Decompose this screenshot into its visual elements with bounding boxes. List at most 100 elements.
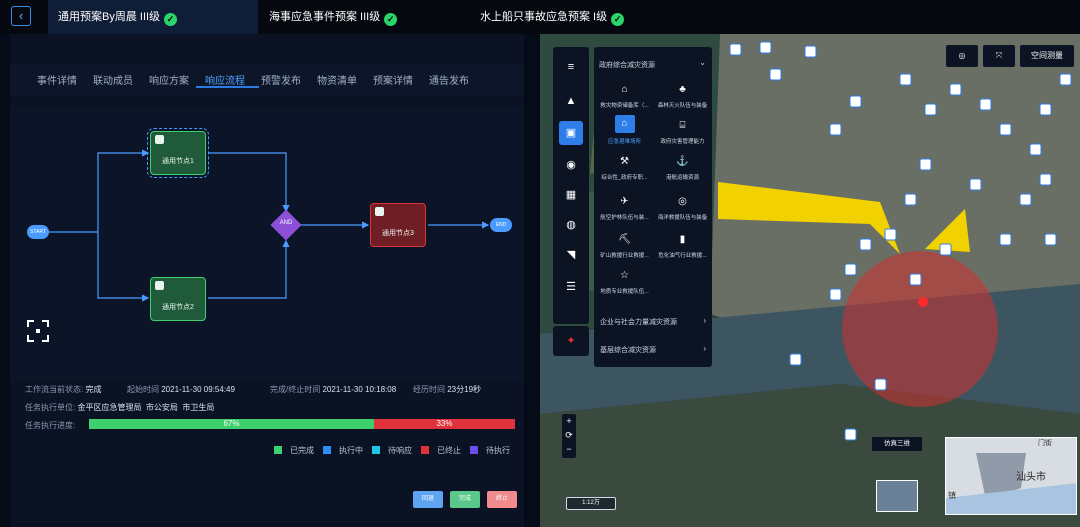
incident-location-marker (918, 297, 928, 307)
task-progress-bar: 67% 33% (89, 419, 515, 429)
resource-item[interactable]: ▮ 危化油气行业救援... (654, 233, 711, 259)
legend-swatch (323, 446, 331, 454)
progress-stopped-segment: 33% (374, 419, 515, 429)
list-icon[interactable]: ☰ (559, 275, 583, 299)
flow-node-1[interactable]: 通用节点1 (147, 128, 209, 178)
flow-node-3[interactable]: 通用节点3 (370, 203, 426, 247)
subtab-linked-members[interactable]: 联动成员 (93, 72, 133, 87)
minimap-town-label: 镇 (948, 491, 956, 500)
app-root: ‹ 通用预案By周晨 III级 ✓ 海事应急事件预案 III级 ✓ 水上船只事故应急… (0, 0, 1080, 527)
and-gateway-label: AND (279, 220, 293, 226)
resource-item[interactable]: ☆ 地质专业救援队伍... (596, 269, 653, 295)
end-time: 完成/终止时间 2021-11-30 10:18:08 (270, 384, 396, 395)
map-tool-2: ✦ (553, 326, 589, 356)
active-subtab-underline (196, 86, 259, 88)
progress-label: 任务执行进度: (25, 421, 76, 430)
resource-item[interactable]: ⛏ 矿山救援行业救援... (596, 233, 653, 259)
tab-plan-1-label: 通用预案By周晨 III级 (58, 11, 161, 23)
flow-end-node[interactable]: END (490, 218, 512, 232)
rollback-button[interactable]: 回退 (413, 491, 443, 508)
resource-title: 政府综合减灾资源 (599, 62, 655, 69)
workflow-edges (48, 149, 490, 302)
terminate-button[interactable]: 终止 (487, 491, 517, 508)
hammer-icon: ⚒ (620, 156, 629, 167)
back-button[interactable]: ‹ (11, 6, 31, 26)
zoom-in-button[interactable]: + (562, 414, 576, 428)
resource-item[interactable]: ⌂ 应急避难场所 (596, 115, 653, 145)
measure-tools-button[interactable]: ⤧ (983, 45, 1015, 67)
subtab-response-flow[interactable]: 响应流程 (205, 72, 245, 87)
warning-icon[interactable]: ▲ (559, 89, 583, 113)
progress-done-segment: 67% (89, 419, 374, 429)
zoom-out-button[interactable]: − (562, 442, 576, 456)
legend-swatch (274, 446, 282, 454)
map-toolbar: ≡ ▲ ▣ ◉ ▦ ◍ ◥ ☰ (553, 47, 589, 324)
top-tab-bar: ‹ 通用预案By周晨 III级 ✓ 海事应急事件预案 III级 ✓ 水上船只事故应急… (0, 0, 1080, 34)
end-time-label: 完成/终止时间 (270, 385, 321, 394)
chevron-right-icon[interactable]: › (703, 344, 706, 353)
complete-check-icon: ✓ (384, 13, 398, 26)
star-icon: ☆ (620, 270, 629, 281)
unit-item: 金平区应急管理局 (77, 403, 142, 412)
grid-icon[interactable]: ▦ (559, 183, 583, 207)
tab-plan-3-label: 水上船只事故应急预案 I级 (480, 11, 608, 23)
chevron-right-icon[interactable]: › (703, 316, 706, 325)
collapse-chevron-icon[interactable]: ⌄ (699, 58, 706, 67)
space-measure-button[interactable]: 空间测量 (1020, 45, 1074, 67)
subtab-notice[interactable]: 通告发布 (429, 72, 469, 87)
units-label: 任务执行单位: (25, 403, 76, 412)
person-icon (375, 207, 384, 216)
resource-item[interactable]: ✈ 航空护林队伍与装... (596, 195, 653, 221)
elapsed-label: 经历时间 (413, 385, 445, 394)
section-enterprise[interactable]: 企业与社会力量减灾资源 (600, 317, 677, 327)
elapsed-value: 23分19秒 (447, 385, 482, 394)
tab-plan-2[interactable]: 海事应急事件预案 III级 ✓ (259, 0, 469, 34)
detail-subtabs: 事件详情 联动成员 响应方案 响应流程 预警发布 物资清单 预案详情 通告发布 (10, 64, 524, 96)
layers-icon[interactable]: ≡ (559, 55, 583, 79)
resource-item[interactable]: ⚓ 港航运输资源 (654, 155, 711, 181)
compass-icon[interactable]: ⟳ (562, 428, 576, 442)
flow-node-2[interactable]: 通用节点2 (150, 277, 206, 321)
person-icon (155, 135, 164, 144)
subtab-materials[interactable]: 物资清单 (317, 72, 357, 87)
start-time-value: 2021-11-30 09:54:49 (161, 385, 235, 394)
satellite-icon[interactable]: ✦ (559, 329, 583, 353)
fuel-icon: ▮ (679, 234, 686, 245)
legend-stopped: 已终止 (421, 445, 461, 456)
legend-done: 已完成 (274, 445, 314, 456)
subtab-plan-detail[interactable]: 预案详情 (373, 72, 413, 87)
camera-icon[interactable]: ◥ (559, 243, 583, 267)
subtab-warning[interactable]: 预警发布 (261, 72, 301, 87)
tab-plan-3[interactable]: 水上船只事故应急预案 I级 ✓ (470, 0, 690, 34)
simulate-3d-button[interactable]: 仿真三维 (872, 437, 922, 451)
tab-plan-1[interactable]: 通用预案By周晨 III级 ✓ (48, 0, 258, 34)
complete-check-icon: ✓ (164, 13, 178, 26)
resource-panel: 政府综合减灾资源 ⌄ ⌂ 救灾物资储备库（... ♣ 森林灭火队伍与装备 ⌂ 应急避难… (594, 47, 712, 367)
person-icon (155, 281, 164, 290)
basemap-thumbnail[interactable] (876, 480, 918, 512)
section-grassroots[interactable]: 基层综合减灾资源 (600, 345, 656, 355)
subtab-event-detail[interactable]: 事件详情 (37, 72, 77, 87)
alarm-icon[interactable]: ◉ (559, 153, 583, 177)
globe-icon[interactable]: ◍ (559, 213, 583, 237)
resource-item[interactable]: ♣ 森林灭火队伍与装备 (654, 83, 711, 109)
resource-item[interactable]: ◎ 海洋救援队伍与装备 (654, 195, 711, 221)
fit-view-icon[interactable] (27, 320, 49, 342)
resource-item[interactable]: ⚒ 综合性_政府专职... (596, 155, 653, 181)
legend-pending-exec: 待执行 (470, 445, 510, 456)
executing-units: 任务执行单位: 金平区应急管理局 市公安局 市卫生局 (25, 402, 214, 413)
locate-button[interactable]: ◎ (946, 45, 978, 67)
resource-item[interactable]: ⌂ 救灾物资储备库（... (596, 83, 653, 109)
flow-node-1-label: 通用节点1 (162, 158, 194, 165)
complete-button[interactable]: 完成 (450, 491, 480, 508)
locate-icon: ◎ (958, 51, 966, 60)
resources-icon[interactable]: ▣ (559, 121, 583, 145)
plane-icon: ✈ (620, 196, 629, 207)
flow-start-node[interactable]: START (27, 225, 49, 239)
subtab-response-plan[interactable]: 响应方案 (149, 72, 189, 87)
flow-node-3-label: 通用节点3 (382, 230, 414, 237)
start-time: 起始时间 2021-11-30 09:54:49 (127, 384, 235, 395)
legend-swatch (421, 446, 429, 454)
overview-minimap[interactable]: 汕头市 镇 门街 (945, 437, 1077, 515)
resource-item[interactable]: ⌸ 政府灾害管理能力 (654, 119, 711, 145)
